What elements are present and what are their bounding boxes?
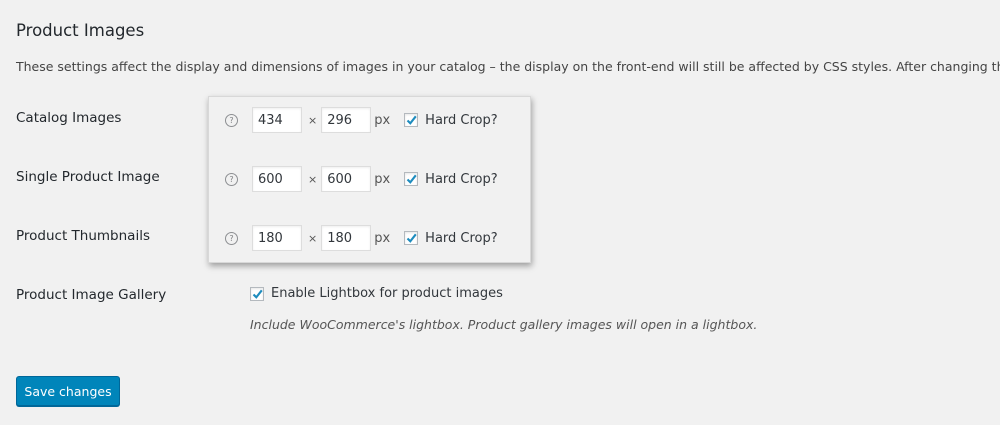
checkmark-icon	[406, 174, 417, 184]
enable-lightbox-label[interactable]: Enable Lightbox for product images	[271, 286, 503, 301]
single-width-input[interactable]	[252, 166, 302, 192]
catalog-width-input[interactable]	[252, 107, 302, 133]
lightbox-option: Enable Lightbox for product images	[250, 286, 503, 301]
single-product-image-label: Single Product Image	[16, 169, 160, 185]
times-separator: ×	[308, 172, 318, 186]
single-hard-crop-label[interactable]: Hard Crop?	[425, 172, 497, 187]
catalog-hard-crop-checkbox[interactable]	[404, 113, 419, 127]
times-separator: ×	[308, 113, 318, 127]
section-title: Product Images	[16, 21, 145, 40]
checkmark-icon	[252, 289, 263, 299]
checkmark-icon	[406, 233, 417, 243]
thumbnail-hard-crop-checkbox[interactable]	[404, 231, 419, 245]
product-image-gallery-label: Product Image Gallery	[16, 287, 167, 303]
catalog-images-size-row: ? × px Hard Crop?	[225, 106, 498, 134]
single-product-size-row: ? × px Hard Crop?	[225, 165, 498, 193]
product-thumbnails-label: Product Thumbnails	[16, 228, 150, 244]
unit-label: px	[374, 230, 391, 246]
catalog-height-input[interactable]	[321, 107, 372, 133]
help-circle-icon[interactable]: ?	[225, 231, 238, 245]
single-hard-crop-checkbox[interactable]	[404, 172, 419, 186]
checkmark-icon	[406, 115, 417, 125]
section-description: These settings affect the display and di…	[16, 59, 1000, 74]
image-size-panel: ? × px Hard Crop? ? × px Hard Crop? ? × …	[208, 96, 531, 263]
thumbnail-hard-crop-label[interactable]: Hard Crop?	[425, 231, 497, 246]
catalog-hard-crop-label[interactable]: Hard Crop?	[425, 113, 497, 128]
help-circle-icon[interactable]: ?	[225, 172, 238, 186]
thumbnail-height-input[interactable]	[321, 225, 372, 251]
lightbox-description: Include WooCommerce's lightbox. Product …	[250, 317, 758, 332]
single-height-input[interactable]	[321, 166, 372, 192]
help-circle-icon[interactable]: ?	[225, 113, 238, 127]
thumbnail-width-input[interactable]	[252, 225, 302, 251]
unit-label: px	[374, 171, 391, 187]
save-changes-button[interactable]: Save changes	[16, 376, 120, 406]
unit-label: px	[374, 112, 391, 128]
catalog-images-label: Catalog Images	[16, 110, 122, 126]
enable-lightbox-checkbox[interactable]	[250, 286, 264, 301]
thumbnail-size-row: ? × px Hard Crop?	[225, 224, 498, 252]
times-separator: ×	[308, 231, 318, 245]
